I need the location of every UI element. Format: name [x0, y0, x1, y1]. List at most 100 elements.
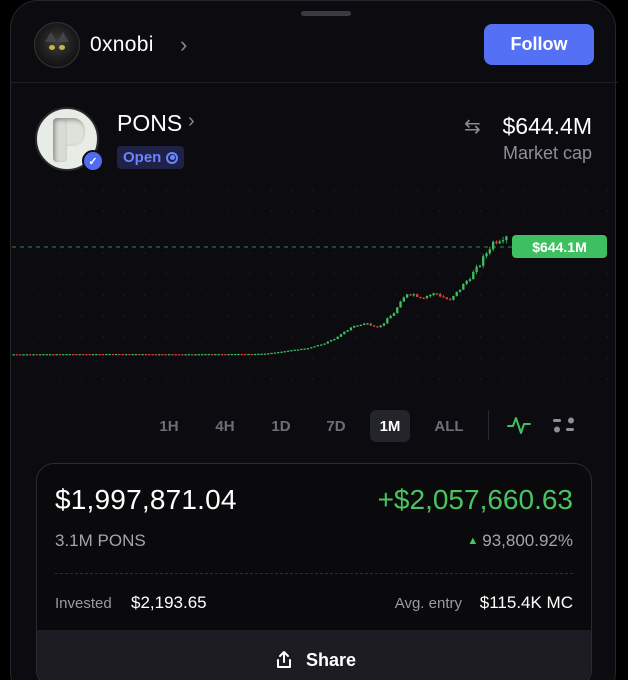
timeframe-1m[interactable]: 1M — [370, 410, 410, 442]
grid-dot — [543, 273, 545, 275]
grid-dot — [81, 336, 83, 338]
grid-dot — [270, 231, 272, 233]
grid-dot — [606, 336, 608, 338]
grid-dot — [270, 357, 272, 359]
timeframe-4h[interactable]: 4H — [206, 410, 244, 442]
grid-dot — [354, 210, 356, 212]
grid-dot — [396, 252, 398, 254]
cat-ear-left — [45, 32, 57, 42]
share-button[interactable]: Share — [37, 630, 591, 680]
candle-body — [300, 348, 303, 351]
chevron-right-icon[interactable]: › — [180, 32, 187, 58]
grid-dot — [312, 231, 314, 233]
grid-dot — [543, 294, 545, 296]
candle-body — [455, 291, 458, 296]
candle-body — [363, 323, 366, 325]
grid-dot — [312, 357, 314, 359]
grid-dot — [522, 294, 524, 296]
grid-dot — [102, 336, 104, 338]
grid-dot — [207, 231, 209, 233]
timeframe-1h[interactable]: 1H — [150, 410, 188, 442]
grid-dot — [564, 315, 566, 317]
grid-dot — [606, 231, 608, 233]
grid-dot — [249, 210, 251, 212]
candle-body — [48, 354, 52, 356]
timeframe-1d[interactable]: 1D — [262, 410, 300, 442]
grid-dot — [312, 378, 314, 380]
grid-dot — [60, 273, 62, 275]
grid-dot — [375, 189, 377, 191]
price-chart[interactable]: $644.1M — [0, 180, 628, 390]
candle-body — [435, 293, 439, 295]
grid-dot — [81, 357, 83, 359]
sheet-grabber[interactable] — [301, 11, 351, 16]
grid-dot — [228, 336, 230, 338]
candle-body — [432, 293, 435, 295]
grid-dot — [438, 252, 440, 254]
chevron-right-icon[interactable]: › — [188, 110, 195, 133]
candle-body — [273, 352, 277, 354]
grid-dot — [102, 357, 104, 359]
candle-body — [491, 241, 495, 250]
grid-dot — [123, 189, 125, 191]
grid-dot — [417, 252, 419, 254]
grid-dot — [165, 252, 167, 254]
grid-dot — [249, 336, 251, 338]
swap-icon[interactable]: ⇆ — [464, 114, 481, 139]
timeframe-7d[interactable]: 7D — [317, 410, 355, 442]
candle-body — [468, 279, 472, 281]
candle-body — [115, 354, 118, 356]
candle-body — [422, 297, 425, 300]
grid-dot — [60, 357, 62, 359]
grid-dot — [606, 294, 608, 296]
grid-dot — [585, 357, 587, 359]
candle-body — [462, 283, 465, 290]
grid-dot — [228, 315, 230, 317]
grid-dot — [123, 336, 125, 338]
avatar[interactable] — [34, 22, 80, 68]
candle-body — [78, 354, 81, 356]
grid-dot — [459, 210, 461, 212]
token-ticker[interactable]: PONS — [117, 110, 182, 137]
logo-p-stem — [53, 118, 67, 162]
candle-body — [405, 294, 409, 298]
grid-dot — [459, 273, 461, 275]
grid-dot — [354, 273, 356, 275]
candle-body — [85, 354, 88, 356]
grid-dot — [102, 189, 104, 191]
timeframe-all[interactable]: ALL — [426, 410, 472, 442]
line-chart-icon[interactable] — [506, 413, 532, 437]
candle-body — [505, 236, 508, 241]
grid-dot — [585, 294, 587, 296]
grid-dot — [459, 189, 461, 191]
candle-body — [154, 354, 157, 356]
username[interactable]: 0xnobi — [90, 33, 154, 57]
grid-dot — [585, 231, 587, 233]
avg-entry-value: $115.4K MC — [479, 593, 573, 612]
follow-button[interactable]: Follow — [484, 24, 594, 65]
grid-dot — [438, 378, 440, 380]
grid-dot — [417, 357, 419, 359]
candle-body — [439, 293, 442, 297]
grid-dot — [123, 378, 125, 380]
candle-body — [326, 341, 329, 344]
candle-body — [475, 266, 478, 273]
grid-dot — [438, 231, 440, 233]
candle-body — [392, 313, 396, 316]
grid-dot — [39, 336, 41, 338]
candle-body — [230, 354, 234, 356]
grid-dot — [270, 252, 272, 254]
candle-body — [210, 354, 214, 356]
candlestick-toggle-icon[interactable] — [551, 413, 577, 437]
grid-dot — [81, 252, 83, 254]
grid-dot — [228, 273, 230, 275]
grid-dot — [375, 273, 377, 275]
grid-dot — [501, 357, 503, 359]
grid-dot — [543, 231, 545, 233]
grid-dot — [333, 294, 335, 296]
grid-dot — [144, 273, 146, 275]
grid-dot — [606, 357, 608, 359]
grid-dot — [501, 273, 503, 275]
grid-dot — [354, 315, 356, 317]
grid-dot — [543, 189, 545, 191]
